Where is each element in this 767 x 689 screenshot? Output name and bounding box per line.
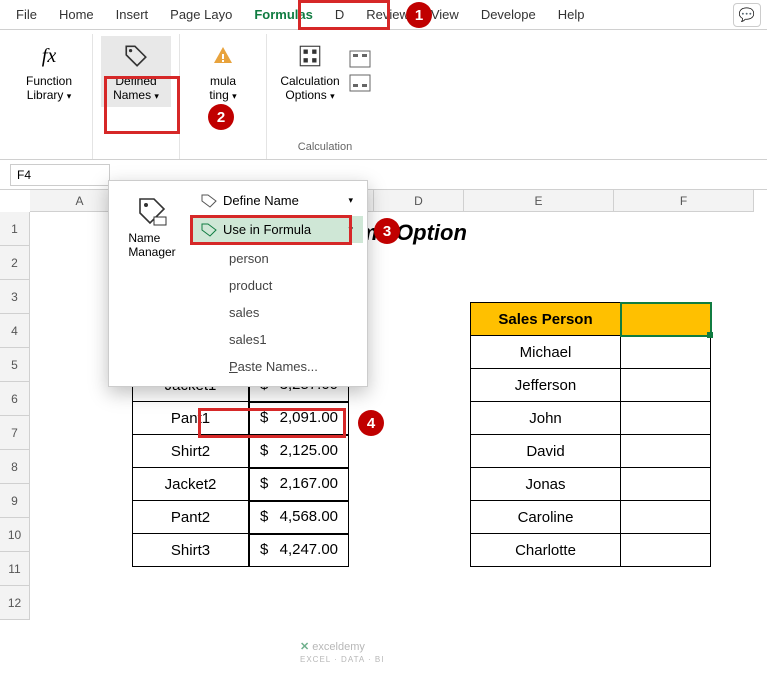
- table-cell[interactable]: $4,247.00: [249, 534, 349, 567]
- group-defined-names: DefinedNames ▾: [93, 34, 180, 159]
- table-row[interactable]: Jacket2: [133, 468, 249, 501]
- function-library-button[interactable]: fx FunctionLibrary ▾: [14, 36, 84, 107]
- fx-icon: fx: [33, 40, 65, 72]
- col-f[interactable]: F: [614, 190, 754, 212]
- step-badge-3: 3: [374, 218, 400, 244]
- formula-auditing-label: mulating ▾: [209, 74, 236, 103]
- row-5[interactable]: 5: [0, 348, 30, 382]
- table-cell[interactable]: $2,091.00: [249, 402, 349, 435]
- calculation-options-label: CalculationOptions ▾: [280, 74, 339, 103]
- tab-home[interactable]: Home: [49, 3, 104, 26]
- table-row[interactable]: Jonas: [471, 468, 621, 501]
- active-tab-underline: [302, 28, 384, 30]
- name-item-sales1[interactable]: sales1: [219, 326, 363, 353]
- chevron-down-icon: ▾: [348, 224, 353, 235]
- row-1[interactable]: 1: [0, 212, 30, 246]
- selected-cell-f4[interactable]: [621, 303, 711, 336]
- name-item-sales[interactable]: sales: [219, 299, 363, 326]
- tag-fx-icon: [201, 223, 217, 237]
- name-manager-icon: [134, 193, 170, 229]
- row-2[interactable]: 2: [0, 246, 30, 280]
- tag-icon: [120, 40, 152, 72]
- function-library-label: FunctionLibrary ▾: [26, 74, 72, 103]
- defined-names-dropdown: NameManager Define Name ▾ Use in Formula…: [108, 180, 368, 387]
- ribbon-tabs: File Home Insert Page Layo Formulas D Re…: [0, 0, 767, 30]
- speech-icon: 💬: [739, 7, 755, 23]
- calculation-group-label: Calculation: [298, 141, 352, 157]
- formula-auditing-button[interactable]: mulating ▾: [188, 36, 258, 107]
- group-formula-auditing: mulating ▾: [180, 34, 267, 159]
- row-6[interactable]: 6: [0, 382, 30, 416]
- name-manager-label: NameManager: [128, 231, 175, 259]
- calculation-options-button[interactable]: CalculationOptions ▾: [275, 36, 345, 107]
- watermark: ✕ exceldemy EXCEL · DATA · BI: [300, 640, 384, 665]
- table-cell[interactable]: [621, 336, 711, 369]
- name-box[interactable]: [10, 164, 110, 186]
- defined-names-button[interactable]: DefinedNames ▾: [101, 36, 171, 107]
- calc-now-icon[interactable]: [349, 50, 371, 68]
- tab-file[interactable]: File: [6, 3, 47, 26]
- table-row[interactable]: Shirt2: [133, 435, 249, 468]
- col-e[interactable]: E: [464, 190, 614, 212]
- table-cell[interactable]: [621, 501, 711, 534]
- calc-options-icon: [294, 40, 326, 72]
- table-row[interactable]: Jefferson: [471, 369, 621, 402]
- use-in-formula-submenu: person product sales sales1 PPaste Names…: [191, 245, 363, 380]
- use-in-formula-item[interactable]: Use in Formula ▾: [191, 216, 363, 243]
- group-calculation: CalculationOptions ▾ Calculation: [267, 34, 383, 159]
- row-8[interactable]: 8: [0, 450, 30, 484]
- col-d[interactable]: D: [374, 190, 464, 212]
- row-11[interactable]: 11: [0, 552, 30, 586]
- tab-help[interactable]: Help: [548, 3, 595, 26]
- group-function-library: fx FunctionLibrary ▾: [6, 34, 93, 159]
- table-cell[interactable]: [621, 402, 711, 435]
- table-row[interactable]: Pant1: [133, 402, 249, 435]
- table-cell[interactable]: $2,167.00: [249, 468, 349, 501]
- table-row[interactable]: David: [471, 435, 621, 468]
- table-row[interactable]: Caroline: [471, 501, 621, 534]
- table-cell[interactable]: [621, 468, 711, 501]
- sales-person-table: Sales Person Michael Jefferson John Davi…: [470, 302, 711, 567]
- step-badge-1: 1: [406, 2, 432, 28]
- table-row[interactable]: Shirt3: [133, 534, 249, 567]
- tab-formulas[interactable]: Formulas: [244, 3, 323, 26]
- table-row[interactable]: Charlotte: [471, 534, 621, 567]
- define-name-label: Define Name: [223, 193, 299, 208]
- calc-sheet-icon[interactable]: [349, 74, 371, 92]
- chevron-down-icon: ▾: [348, 195, 353, 206]
- paste-names-item[interactable]: PPaste Names...aste Names...: [219, 353, 363, 380]
- step-badge-4: 4: [358, 410, 384, 436]
- tab-data[interactable]: D: [325, 3, 354, 26]
- ribbon-body: fx FunctionLibrary ▾ DefinedNames ▾ mula…: [0, 30, 767, 160]
- audit-icon: [207, 40, 239, 72]
- name-item-product[interactable]: product: [219, 272, 363, 299]
- table-row[interactable]: John: [471, 402, 621, 435]
- table-cell[interactable]: [621, 369, 711, 402]
- use-in-formula-label: Use in Formula: [223, 222, 311, 237]
- table-cell[interactable]: [621, 534, 711, 567]
- define-name-item[interactable]: Define Name ▾: [191, 187, 363, 214]
- row-9[interactable]: 9: [0, 484, 30, 518]
- table-cell[interactable]: $2,125.00: [249, 435, 349, 468]
- tab-pagelayout[interactable]: Page Layo: [160, 3, 242, 26]
- row-7[interactable]: 7: [0, 416, 30, 450]
- defined-names-label: DefinedNames ▾: [113, 74, 159, 103]
- row-4[interactable]: 4: [0, 314, 30, 348]
- name-manager-button[interactable]: NameManager: [113, 187, 191, 380]
- tab-insert[interactable]: Insert: [106, 3, 159, 26]
- row-10[interactable]: 10: [0, 518, 30, 552]
- table-row[interactable]: Michael: [471, 336, 621, 369]
- collapse-ribbon-button[interactable]: 💬: [733, 3, 761, 27]
- table-cell[interactable]: $4,568.00: [249, 501, 349, 534]
- row-12[interactable]: 12: [0, 586, 30, 620]
- table-cell[interactable]: [621, 435, 711, 468]
- name-item-person[interactable]: person: [219, 245, 363, 272]
- row-3[interactable]: 3: [0, 280, 30, 314]
- step-badge-2: 2: [208, 104, 234, 130]
- tab-developer[interactable]: Develope: [471, 3, 546, 26]
- table-row[interactable]: Pant2: [133, 501, 249, 534]
- sales-person-header: Sales Person: [471, 303, 621, 336]
- tag-small-icon: [201, 194, 217, 208]
